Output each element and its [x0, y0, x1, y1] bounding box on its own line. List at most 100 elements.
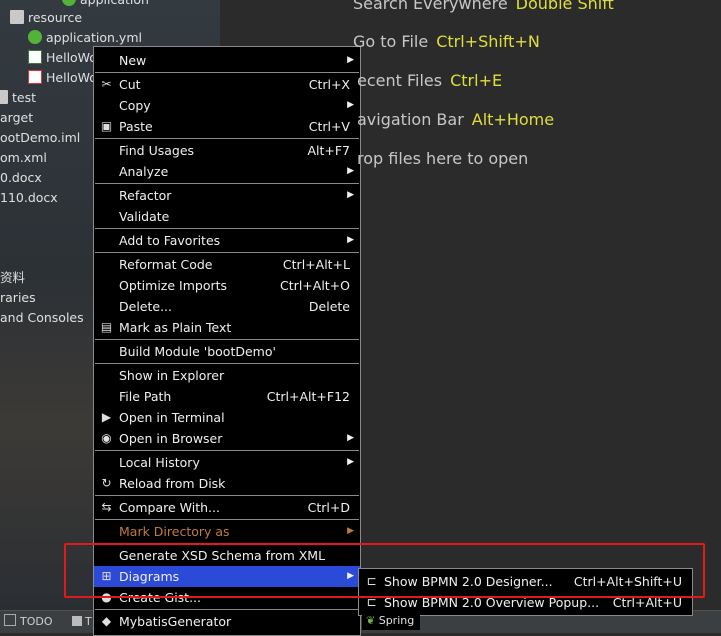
submenu-arrow-icon: ▶	[347, 457, 354, 467]
menu-item-label: Compare With...	[119, 500, 220, 515]
menu-item-label: Refactor	[119, 188, 172, 203]
hint-text: ecent Files	[357, 71, 443, 90]
tree-item-label: HelloWo	[46, 70, 97, 85]
menu-separator	[95, 450, 359, 451]
tree-item-label: resource	[28, 10, 83, 25]
tree-item-label: HelloWo	[46, 50, 97, 65]
menu-separator	[95, 363, 359, 364]
tree-item[interactable]: arget	[0, 108, 33, 128]
hint-shortcut: Ctrl+Shift+N	[436, 32, 540, 51]
menu-item-show-bpmn-2-0-designer[interactable]: ⊏ Show BPMN 2.0 Designer... Ctrl+Alt+Shift…	[359, 571, 692, 592]
menu-item-add-to-favorites[interactable]: Add to Favorites ▶	[94, 230, 360, 251]
menu-item-mybatisgenerator[interactable]: ◆ MybatisGenerator	[94, 611, 360, 632]
menu-item-reformat-code[interactable]: Reformat Code Ctrl+Alt+L	[94, 254, 360, 275]
todo-icon	[4, 614, 16, 626]
menu-item-cut[interactable]: ✂ Cut Ctrl+X	[94, 74, 360, 95]
menu-separator	[95, 543, 359, 544]
java-icon	[28, 50, 42, 64]
menu-item-optimize-imports[interactable]: Optimize Imports Ctrl+Alt+O	[94, 275, 360, 296]
tree-item[interactable]: ootDemo.iml	[0, 128, 80, 148]
bpmn-icon: ⊏	[366, 574, 377, 588]
menu-item-mark-as-plain-text[interactable]: ▤ Mark as Plain Text	[94, 317, 360, 338]
tree-item[interactable]: om.xml	[0, 148, 47, 168]
todo-tab[interactable]: TODO	[4, 611, 53, 633]
tree-item[interactable]: resource	[10, 8, 82, 28]
menu-item-open-in-terminal[interactable]: ▶ Open in Terminal	[94, 407, 360, 428]
menu-item-shortcut: Ctrl+Alt+O	[280, 278, 350, 293]
menu-item-label: Paste	[119, 119, 153, 134]
hint-text: Search Everywhere	[353, 0, 508, 13]
tree-item-label: 0.docx	[0, 170, 42, 185]
menu-item-label: Show BPMN 2.0 Overview Popup...	[384, 595, 600, 610]
menu-separator	[95, 183, 359, 184]
menu-item-label: Reload from Disk	[119, 476, 226, 491]
menu-item-show-in-explorer[interactable]: Show in Explorer	[94, 365, 360, 386]
menu-item-create-gist[interactable]: ● Create Gist...	[94, 587, 360, 608]
tree-item-label: 110.docx	[0, 190, 58, 205]
tree-item[interactable]: and Consoles	[0, 308, 84, 328]
submenu-arrow-icon: ▶	[347, 526, 354, 536]
menu-item-new[interactable]: New ▶	[94, 50, 360, 71]
menu-item-paste[interactable]: ▣ Paste Ctrl+V	[94, 116, 360, 137]
menu-item-label: Copy	[119, 98, 151, 113]
menu-item-generate-xsd-schema-from-xml-file[interactable]: Generate XSD Schema from XML File...	[94, 545, 360, 584]
tree-item-label: application.yml	[46, 30, 142, 45]
tree-item[interactable]: 0.docx	[0, 168, 42, 188]
menu-item-mark-directory-as[interactable]: Mark Directory as ▶	[94, 521, 360, 542]
tree-item-label: om.xml	[0, 150, 47, 165]
editor-hint: ecent Files Ctrl+E	[357, 71, 502, 90]
editor-hint: Go to File Ctrl+Shift+N	[353, 32, 540, 51]
menu-item-delete[interactable]: Delete... Delete	[94, 296, 360, 317]
menu-item-label: Add to Favorites	[119, 233, 221, 248]
menu-item-compare-with[interactable]: ⇆ Compare With... Ctrl+D	[94, 497, 360, 518]
hint-shortcut: Ctrl+E	[450, 71, 503, 90]
menu-item-analyze[interactable]: Analyze ▶	[94, 161, 360, 182]
hint-text: avigation Bar	[357, 110, 464, 129]
terminal-icon: ▶	[101, 410, 112, 424]
menu-item-copy[interactable]: Copy ▶	[94, 95, 360, 116]
menu-item-build-module-bootdemo[interactable]: Build Module 'bootDemo'	[94, 341, 360, 362]
menu-item-refactor[interactable]: Refactor ▶	[94, 185, 360, 206]
globe-icon: ◉	[101, 431, 112, 445]
menu-item-label: Mark as Plain Text	[119, 320, 232, 335]
github-icon: ●	[101, 590, 112, 604]
menu-item-label: Show BPMN 2.0 Designer...	[384, 574, 553, 589]
menu-item-label: MybatisGenerator	[119, 614, 232, 629]
menu-item-file-path[interactable]: File Path Ctrl+Alt+F12	[94, 386, 360, 407]
tree-item[interactable]: 110.docx	[0, 188, 58, 208]
hint-shortcut: Double Shift	[515, 0, 614, 13]
spring-item[interactable]: ❦ Spring	[362, 612, 421, 630]
tree-item[interactable]: raries	[0, 288, 36, 308]
tree-item-label: test	[12, 90, 37, 105]
menu-item-diagrams[interactable]: ⊞ Diagrams ▶	[94, 566, 360, 587]
menu-item-label: Open in Terminal	[119, 410, 225, 425]
plain-text-icon: ▤	[100, 320, 113, 334]
menu-item-local-history[interactable]: Local History ▶	[94, 452, 360, 473]
menu-separator	[95, 228, 359, 229]
menu-item-show-bpmn-2-0-overview-popup[interactable]: ⊏ Show BPMN 2.0 Overview Popup... Ctrl+Alt…	[359, 592, 692, 613]
mybatis-icon: ◆	[101, 614, 112, 628]
editor-hint: avigation Bar Alt+Home	[357, 110, 554, 129]
menu-item-reload-from-disk[interactable]: ↻ Reload from Disk	[94, 473, 360, 494]
menu-item-shortcut: Ctrl+D	[307, 500, 350, 515]
tree-item-label: application	[80, 0, 149, 7]
menu-item-label: Show in Explorer	[119, 368, 225, 383]
tree-item[interactable]: 资料	[0, 268, 25, 288]
java-error-icon	[28, 70, 42, 84]
menu-item-find-usages[interactable]: Find Usages Alt+F7	[94, 140, 360, 161]
tree-item[interactable]: application.yml	[28, 28, 142, 48]
menu-item-validate[interactable]: Validate	[94, 206, 360, 227]
menu-item-label: Analyze	[119, 164, 169, 179]
menu-separator	[95, 339, 359, 340]
terminal-tab[interactable]: T	[72, 611, 92, 633]
menu-separator	[95, 138, 359, 139]
tree-item[interactable]: test	[0, 88, 36, 108]
tree-item[interactable]: HelloWo	[28, 68, 97, 88]
bpmn-icon: ⊏	[366, 595, 377, 609]
menu-item-shortcut: Delete	[308, 299, 350, 314]
tree-item[interactable]: HelloWo	[28, 48, 97, 68]
diagrams-submenu: ⊏ Show BPMN 2.0 Designer... Ctrl+Alt+Shift…	[358, 568, 693, 616]
menu-item-label: Mark Directory as	[119, 524, 230, 539]
menu-item-open-in-browser[interactable]: ◉ Open in Browser ▶	[94, 428, 360, 449]
menu-item-shortcut: Ctrl+Alt+F12	[266, 389, 350, 404]
